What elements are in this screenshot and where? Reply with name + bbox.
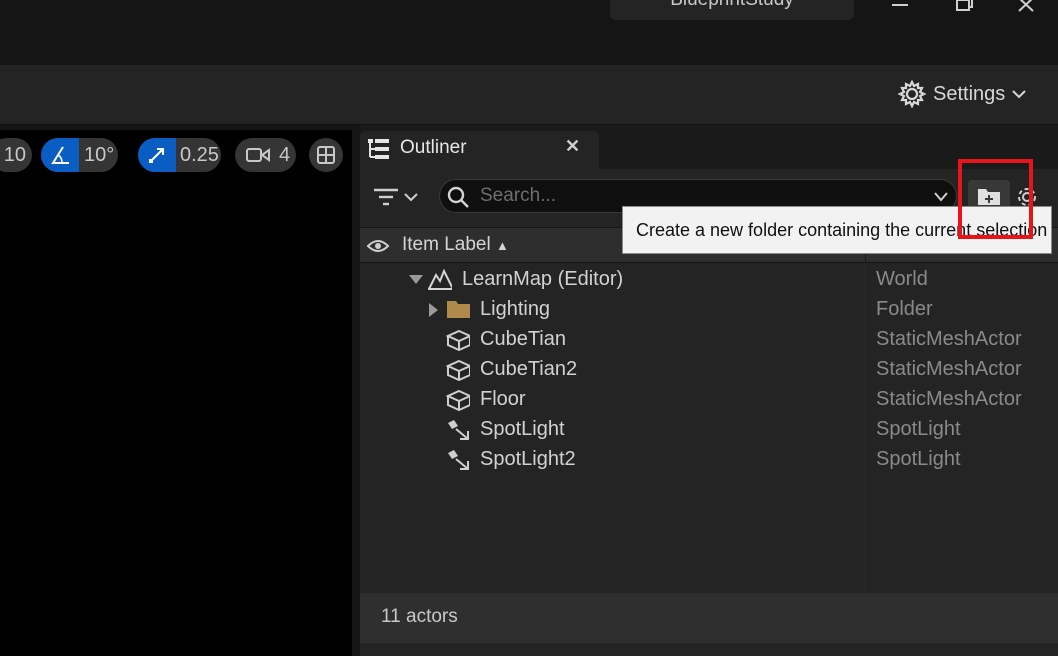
folder-icon — [447, 301, 470, 318]
spotlight-icon — [448, 450, 469, 470]
gear-icon — [897, 79, 927, 109]
chevron-down-icon[interactable] — [933, 192, 949, 202]
grid-snap-label: 10 — [3, 143, 26, 166]
restore-icon — [956, 0, 973, 11]
tab-outliner[interactable] — [360, 131, 599, 169]
item-type: StaticMeshActor — [876, 388, 1022, 410]
item-label: CubeTian — [480, 328, 566, 350]
viewport-layout-button[interactable] — [309, 138, 343, 172]
chevron-down-icon — [404, 193, 418, 202]
settings-button[interactable]: Settings — [897, 78, 1027, 110]
item-type: SpotLight — [876, 418, 961, 440]
world-icon — [428, 269, 452, 290]
item-label-text: Item Label — [402, 234, 491, 255]
item-label: SpotLight — [480, 418, 565, 440]
close-window-button[interactable] — [1013, 0, 1041, 20]
search-icon — [447, 186, 469, 208]
details-tab-edge[interactable] — [360, 650, 600, 656]
camera-speed-button[interactable]: 4 — [235, 138, 296, 172]
item-label-column[interactable]: Item Label ▲ — [402, 234, 509, 256]
item-label: CubeTian2 — [480, 358, 578, 380]
item-label: SpotLight2 — [480, 448, 576, 470]
actor-count: 11 actors — [381, 606, 458, 627]
item-type: StaticMeshActor — [876, 328, 1022, 350]
scale-icon — [149, 148, 164, 163]
item-type: Folder — [876, 298, 933, 320]
column-divider-line — [865, 263, 866, 593]
rotation-snap-toggle[interactable]: 10° — [41, 138, 118, 172]
item-type: SpotLight — [876, 448, 961, 470]
camera-speed-label: 4 — [279, 143, 291, 166]
rotation-snap-icon-button[interactable] — [41, 138, 79, 172]
restore-button[interactable] — [950, 0, 978, 20]
angle-icon — [51, 146, 69, 164]
outliner-icon — [368, 139, 389, 159]
list-item[interactable]: Floor StaticMeshActor — [360, 385, 1058, 415]
scale-snap-toggle[interactable]: 0.25 — [138, 138, 221, 172]
list-item[interactable]: SpotLight SpotLight — [360, 415, 1058, 445]
sort-ascending-icon: ▲ — [496, 238, 509, 253]
item-label: Floor — [480, 388, 526, 410]
item-type: StaticMeshActor — [876, 358, 1022, 380]
spotlight-icon — [448, 420, 469, 440]
settings-label: Settings — [933, 82, 1006, 105]
item-label: Lighting — [480, 298, 551, 320]
list-item[interactable]: LearnMap (Editor) World — [360, 265, 1058, 295]
static-mesh-icon — [446, 329, 470, 351]
eye-icon[interactable] — [366, 236, 390, 256]
level-viewport[interactable] — [0, 130, 352, 656]
list-item[interactable]: CubeTian StaticMeshActor — [360, 325, 1058, 355]
list-item[interactable]: SpotLight2 SpotLight — [360, 445, 1058, 475]
rotation-snap-label: 10° — [84, 143, 115, 166]
scale-snap-icon-button[interactable] — [138, 138, 176, 172]
project-tab[interactable]: BlueprintStudy — [610, 0, 854, 20]
close-icon — [1018, 0, 1034, 12]
panel-splitter[interactable] — [352, 125, 360, 656]
highlight-box — [958, 159, 1033, 239]
layout-grid-icon — [317, 146, 335, 164]
filter-button[interactable] — [372, 182, 426, 212]
minimize-icon — [892, 4, 908, 6]
scale-snap-label: 0.25 — [180, 143, 219, 166]
item-type: World — [876, 268, 928, 290]
outliner-tab-title: Outliner — [400, 137, 467, 158]
camera-icon — [246, 148, 270, 162]
item-label: LearnMap (Editor) — [462, 268, 624, 290]
list-item[interactable]: Lighting Folder — [360, 295, 1058, 325]
close-tab-button[interactable]: ✕ — [565, 136, 580, 157]
list-item[interactable]: CubeTian2 StaticMeshActor — [360, 355, 1058, 385]
static-mesh-icon — [446, 389, 470, 411]
status-footer: 11 actors — [360, 593, 1058, 643]
filter-icon — [374, 188, 398, 206]
minimize-button[interactable] — [886, 0, 914, 20]
chevron-down-icon — [1012, 90, 1026, 99]
static-mesh-icon — [446, 359, 470, 381]
